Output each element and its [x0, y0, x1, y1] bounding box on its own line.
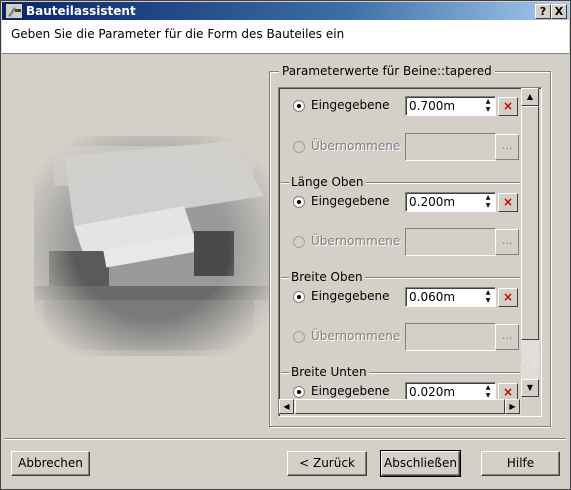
- taken-field-3: [405, 323, 496, 351]
- wizard-window: Bauteilassistent ? X Geben Sie die Param…: [0, 0, 571, 490]
- instruction-header: Geben Sie die Parameter für die Form des…: [2, 20, 569, 54]
- clear-button-1[interactable]: ×: [498, 97, 518, 116]
- taken-radio-3[interactable]: [293, 331, 305, 343]
- value-field-3[interactable]: 0.060m ▲ ▼: [405, 287, 496, 307]
- taken-field-1: [405, 133, 496, 161]
- help-title-button[interactable]: ?: [535, 4, 551, 19]
- browse-button-2[interactable]: ...: [495, 229, 519, 255]
- close-title-button[interactable]: X: [551, 4, 567, 19]
- taken-radio-1[interactable]: [293, 141, 305, 153]
- footer-separator: [5, 438, 566, 440]
- spin-control-2[interactable]: ▲ ▼: [482, 194, 494, 210]
- section-title-breite-unten: Breite Unten: [289, 365, 369, 379]
- taken-field-2: [405, 228, 496, 256]
- section-title-laenge-oben: Länge Oben: [289, 175, 366, 189]
- finish-button[interactable]: Abschließen: [380, 450, 461, 477]
- value-text-4: 0.020m: [409, 385, 456, 399]
- section-title-breite-oben: Breite Oben: [289, 270, 365, 284]
- help-button[interactable]: Hilfe: [481, 451, 560, 476]
- browse-button-3[interactable]: ...: [495, 324, 519, 350]
- app-icon: [6, 4, 22, 18]
- value-text-1: 0.700m: [409, 99, 456, 113]
- horizontal-scrollbar[interactable]: ◀ ▶: [279, 399, 521, 414]
- window-title: Bauteilassistent: [26, 4, 136, 18]
- vertical-scroll-thumb[interactable]: [521, 106, 539, 340]
- scroll-up-arrow-icon[interactable]: ▲: [521, 88, 539, 106]
- entered-radio-3[interactable]: [293, 291, 305, 303]
- parameter-list: Eingegebene 0.700m ▲ ▼ × Übernommene ... …: [281, 90, 520, 402]
- entered-label-1: Eingegebene: [311, 98, 390, 112]
- spin-control-1[interactable]: ▲ ▼: [482, 98, 494, 114]
- back-button[interactable]: < Zurück: [287, 451, 367, 476]
- clear-button-3[interactable]: ×: [498, 288, 518, 307]
- value-text-3: 0.060m: [409, 290, 456, 304]
- title-bar[interactable]: Bauteilassistent ? X: [2, 2, 569, 20]
- scroll-down-arrow-icon[interactable]: ▼: [521, 379, 539, 397]
- entered-radio-1[interactable]: [293, 100, 305, 112]
- instruction-text: Geben Sie die Parameter für die Form des…: [11, 27, 345, 41]
- workshop-photo: [34, 136, 270, 356]
- entered-label-4: Eingegebene: [311, 384, 390, 398]
- taken-label-2: Übernommene: [311, 234, 401, 248]
- vertical-scrollbar[interactable]: ▲ ▼: [521, 88, 539, 397]
- taken-radio-2[interactable]: [293, 236, 305, 248]
- value-field-2[interactable]: 0.200m ▲ ▼: [405, 192, 496, 212]
- spin-control-3[interactable]: ▲ ▼: [482, 289, 494, 305]
- cancel-button[interactable]: Abbrechen: [11, 451, 90, 476]
- taken-label-3: Übernommene: [311, 329, 401, 343]
- scroll-left-arrow-icon[interactable]: ◀: [279, 399, 294, 414]
- parameter-scroll-area[interactable]: Eingegebene 0.700m ▲ ▼ × Übernommene ... …: [278, 87, 542, 417]
- spin-control-4[interactable]: ▲ ▼: [482, 384, 494, 400]
- entered-label-3: Eingegebene: [311, 289, 390, 303]
- clear-button-2[interactable]: ×: [498, 193, 518, 212]
- browse-button-1[interactable]: ...: [495, 134, 519, 160]
- scroll-right-arrow-icon[interactable]: ▶: [505, 399, 520, 414]
- entered-label-2: Eingegebene: [311, 194, 390, 208]
- value-field-1[interactable]: 0.700m ▲ ▼: [405, 96, 496, 116]
- horizontal-scroll-thumb[interactable]: [295, 399, 505, 414]
- taken-label-1: Übernommene: [311, 139, 401, 153]
- parameter-group-title: Parameterwerte für Beine::tapered: [279, 64, 495, 78]
- entered-radio-4[interactable]: [293, 386, 305, 398]
- entered-radio-2[interactable]: [293, 196, 305, 208]
- value-text-2: 0.200m: [409, 195, 456, 209]
